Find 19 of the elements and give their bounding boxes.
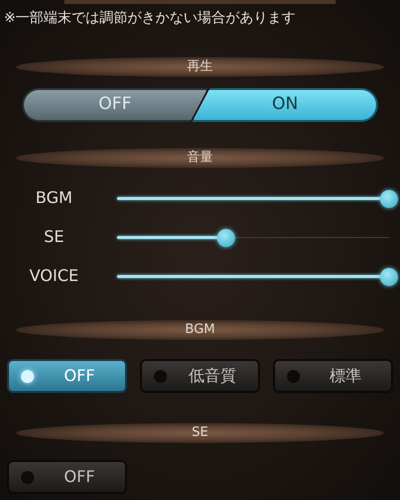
slider-label: VOICE — [28, 265, 80, 287]
option-button[interactable]: 低音質 — [140, 359, 260, 393]
slider-label: BGM — [34, 187, 74, 209]
slider-thumb[interactable] — [380, 190, 398, 208]
section-banner: 音量 — [16, 148, 384, 168]
section-banner: BGM — [16, 320, 384, 340]
section-banner: 再生 — [16, 57, 384, 77]
notice-text: ※一部端末では調節がきかない場合があります — [3, 9, 297, 28]
toggle-button[interactable]: ON — [192, 88, 378, 122]
option-button[interactable]: 標準 — [273, 359, 393, 393]
indicator-icon — [287, 370, 300, 382]
indicator-icon — [21, 470, 34, 484]
slider-thumb[interactable] — [216, 228, 235, 246]
slider-label: SE — [42, 226, 66, 248]
indicator-icon — [21, 370, 34, 382]
section-banner: SE — [16, 423, 384, 443]
option-button[interactable]: OFF — [7, 460, 127, 494]
indicator-icon — [154, 370, 167, 382]
slider-thumb[interactable] — [380, 268, 398, 286]
